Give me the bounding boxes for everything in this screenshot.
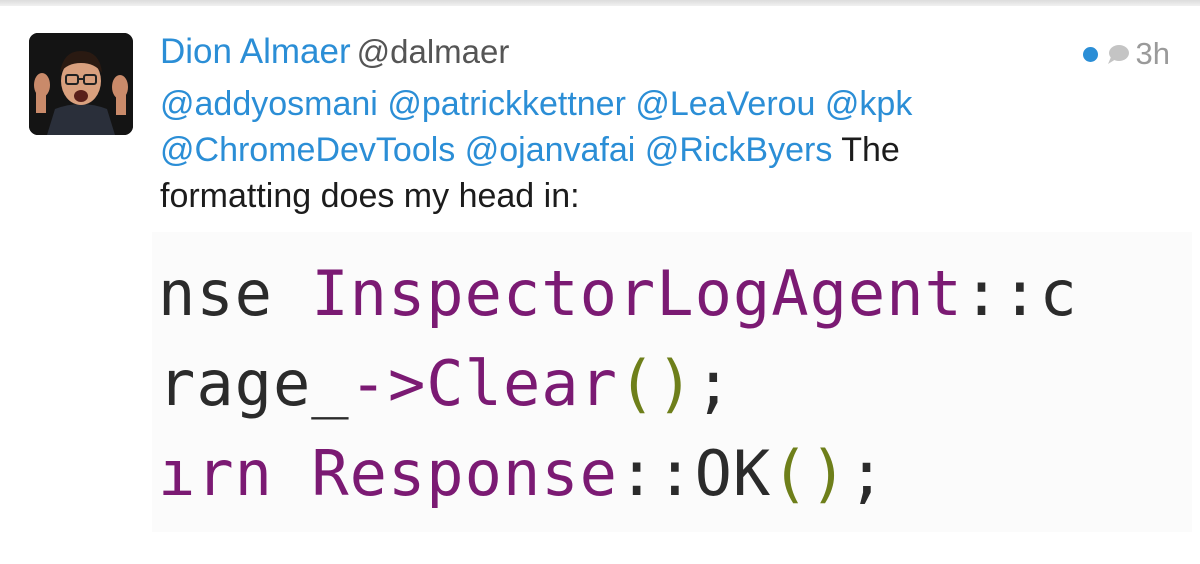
code-line-2: rage_->Clear(); (158, 342, 733, 426)
avatar[interactable] (29, 33, 133, 135)
code-token: -> (349, 347, 427, 420)
code-token: ırn (158, 437, 312, 510)
mention-link[interactable]: @RickByers (645, 131, 833, 169)
code-line-1: nse InspectorLogAgent::c (158, 252, 1078, 336)
code-token: Response (311, 437, 618, 510)
code-token: ; (694, 347, 733, 420)
code-token: rage_ (158, 347, 350, 420)
code-token: nse (158, 257, 312, 330)
tweet-line-2: @ChromeDevTools @ojanvafai @RickByers Th… (160, 127, 1160, 173)
tweet-line-1: @addyosmani @patrickkettner @LeaVerou @k… (160, 81, 1160, 127)
tweet-text: The (841, 131, 900, 169)
mention-link[interactable]: @addyosmani (160, 85, 378, 123)
mention-link[interactable]: @kpk (825, 85, 912, 123)
top-divider (0, 0, 1200, 6)
timestamp: 3h (1135, 36, 1170, 71)
code-token: () (771, 437, 848, 510)
mention-link[interactable]: @ChromeDevTools (160, 131, 455, 169)
avatar-photo (29, 33, 133, 135)
code-token: Clear (426, 347, 618, 420)
tweet-body: @addyosmani @patrickkettner @LeaVerou @k… (160, 81, 1160, 219)
code-line-3: ırn Response::OK(); (158, 432, 886, 516)
mention-link[interactable]: @LeaVerou (635, 85, 815, 123)
code-token: :: (617, 437, 695, 510)
author-handle[interactable]: @dalmaer (357, 33, 510, 70)
mention-link[interactable]: @patrickkettner (387, 85, 626, 123)
speech-bubble-icon (1107, 45, 1129, 64)
attached-code-image[interactable]: nse InspectorLogAgent::c rage_->Clear();… (152, 232, 1192, 532)
tweet-line-3: formatting does my head in: (160, 177, 580, 215)
code-token: () (617, 347, 695, 420)
code-token: InspectorLogAgent (311, 257, 963, 330)
author-name[interactable]: Dion Almaer (160, 32, 351, 71)
tweet-meta: 3h (1082, 32, 1170, 76)
tweet-header: Dion Almaer @dalmaer (160, 30, 509, 81)
code-token: ::c (962, 257, 1078, 330)
mention-link[interactable]: @ojanvafai (465, 131, 636, 169)
unread-dot-icon (1082, 46, 1098, 62)
code-token: ; (847, 437, 887, 510)
code-token: OK (694, 437, 772, 510)
